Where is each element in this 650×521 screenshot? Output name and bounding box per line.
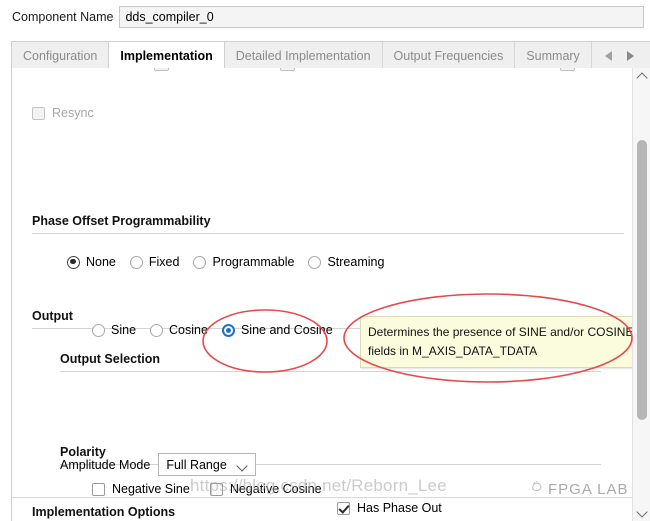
- component-name-row: Component Name: [0, 0, 650, 34]
- negative-sine-checkbox[interactable]: [92, 482, 105, 496]
- tooltip-line-1: Determines the presence of SINE and/or C…: [368, 325, 634, 339]
- scrolled-off-row: [12, 68, 632, 73]
- has-phase-out-row[interactable]: Has Phase Out: [337, 501, 442, 515]
- tab-implementation[interactable]: Implementation: [108, 42, 225, 69]
- tab-detailed-implementation[interactable]: Detailed Implementation: [225, 42, 383, 69]
- fpga-lab-logo-icon: [532, 481, 542, 492]
- radio-streaming-label: Streaming: [327, 255, 385, 269]
- scroll-down-button[interactable]: [633, 505, 650, 521]
- tab-nav-controls: [592, 42, 650, 69]
- tooltip-line-2: fields in M_AXIS_DATA_TDATA: [368, 344, 538, 358]
- radio-sine-and-cosine-indicator[interactable]: [221, 323, 235, 337]
- radio-cosine-label: Cosine: [169, 323, 208, 337]
- phase-offset-radio-group: None Fixed Programmable Streaming: [67, 255, 398, 269]
- watermark-brand: FPGA LAB: [548, 481, 629, 498]
- phase-offset-section-rule: [32, 233, 624, 234]
- clipped-widget-b: [280, 68, 295, 71]
- implementation-panel: Resync Phase Offset Programmability None…: [11, 68, 650, 521]
- tab-output-frequencies-label: Output Frequencies: [393, 48, 504, 63]
- clipped-widget-c: [560, 68, 575, 71]
- amplitude-mode-label: Amplitude Mode: [60, 457, 151, 472]
- radio-sine-label: Sine: [111, 323, 137, 337]
- component-name-label: Component Name: [12, 10, 114, 24]
- amplitude-mode-row: Amplitude Mode Full Range: [60, 453, 257, 476]
- tab-implementation-label: Implementation: [120, 48, 213, 63]
- radio-phase-offset-streaming[interactable]: Streaming: [308, 255, 384, 269]
- output-section-title: Output: [32, 309, 73, 323]
- resync-label: Resync: [52, 106, 94, 120]
- radio-streaming-indicator[interactable]: [308, 255, 322, 269]
- tab-configuration[interactable]: Configuration: [12, 42, 110, 69]
- scrollbar-thumb[interactable]: [637, 140, 647, 420]
- component-name-input[interactable]: [119, 6, 644, 28]
- resync-checkbox-row[interactable]: Resync: [32, 106, 94, 120]
- radio-phase-offset-programmable[interactable]: Programmable: [193, 255, 294, 269]
- resync-checkbox[interactable]: [32, 106, 45, 120]
- radio-fixed-indicator[interactable]: [129, 255, 143, 269]
- radio-fixed-label: Fixed: [148, 255, 180, 269]
- radio-sine-indicator[interactable]: [92, 323, 105, 337]
- radio-programmable-label: Programmable: [212, 255, 295, 269]
- amplitude-mode-select[interactable]: Full Range: [158, 453, 257, 476]
- tab-output-frequencies[interactable]: Output Frequencies: [383, 42, 516, 69]
- checkbox-negative-sine[interactable]: Negative Sine: [92, 482, 190, 496]
- tab-summary[interactable]: Summary: [515, 42, 592, 69]
- chevron-up-icon: [635, 71, 648, 84]
- tab-summary-label: Summary: [526, 48, 580, 63]
- output-selection-rule: [60, 371, 601, 372]
- radio-output-cosine[interactable]: Cosine: [150, 323, 208, 337]
- panel-bottom-separator: [12, 497, 632, 498]
- vertical-scrollbar[interactable]: [632, 68, 650, 521]
- tab-configuration-label: Configuration: [23, 48, 98, 63]
- radio-output-sine[interactable]: Sine: [92, 323, 136, 337]
- has-phase-out-label: Has Phase Out: [357, 501, 442, 515]
- output-selection-radio-group: Sine Cosine Sine and Cosine: [92, 323, 347, 337]
- output-selection-title: Output Selection: [60, 352, 160, 366]
- chevron-down-icon: [236, 460, 248, 472]
- chevron-down-icon: [635, 505, 648, 518]
- tab-bar: Configuration Implementation Detailed Im…: [11, 41, 650, 69]
- clipped-widget-a: [154, 68, 169, 71]
- triangle-right-icon: [626, 50, 634, 61]
- triangle-left-icon: [599, 50, 612, 61]
- tab-scroll-left-button[interactable]: [599, 49, 615, 63]
- phase-offset-section-title: Phase Offset Programmability: [32, 214, 211, 228]
- radio-none-indicator[interactable]: [67, 255, 80, 269]
- radio-phase-offset-fixed[interactable]: Fixed: [129, 255, 180, 269]
- tab-scroll-right-button[interactable]: [624, 49, 637, 63]
- radio-output-sine-and-cosine[interactable]: Sine and Cosine: [221, 323, 333, 337]
- radio-sine-and-cosine-label: Sine and Cosine: [240, 323, 333, 337]
- negative-sine-label: Negative Sine: [112, 482, 190, 496]
- radio-cosine-indicator[interactable]: [150, 323, 164, 337]
- tooltip-popup: Determines the presence of SINE and/or C…: [360, 316, 642, 368]
- tab-detailed-implementation-label: Detailed Implementation: [235, 48, 371, 63]
- scroll-up-button[interactable]: [633, 68, 650, 84]
- implementation-options-title: Implementation Options: [32, 505, 176, 519]
- watermark-url: https://blog.csdn.net/Reborn_Lee: [190, 476, 447, 495]
- tab-list-menu-button[interactable]: [646, 49, 650, 63]
- has-phase-out-checkbox[interactable]: [337, 501, 350, 515]
- radio-phase-offset-none[interactable]: None: [67, 255, 116, 269]
- implementation-panel-content: Resync Phase Offset Programmability None…: [12, 68, 642, 521]
- radio-none-label: None: [86, 255, 116, 269]
- radio-programmable-indicator[interactable]: [193, 255, 207, 269]
- amplitude-mode-value: Full Range: [166, 457, 227, 472]
